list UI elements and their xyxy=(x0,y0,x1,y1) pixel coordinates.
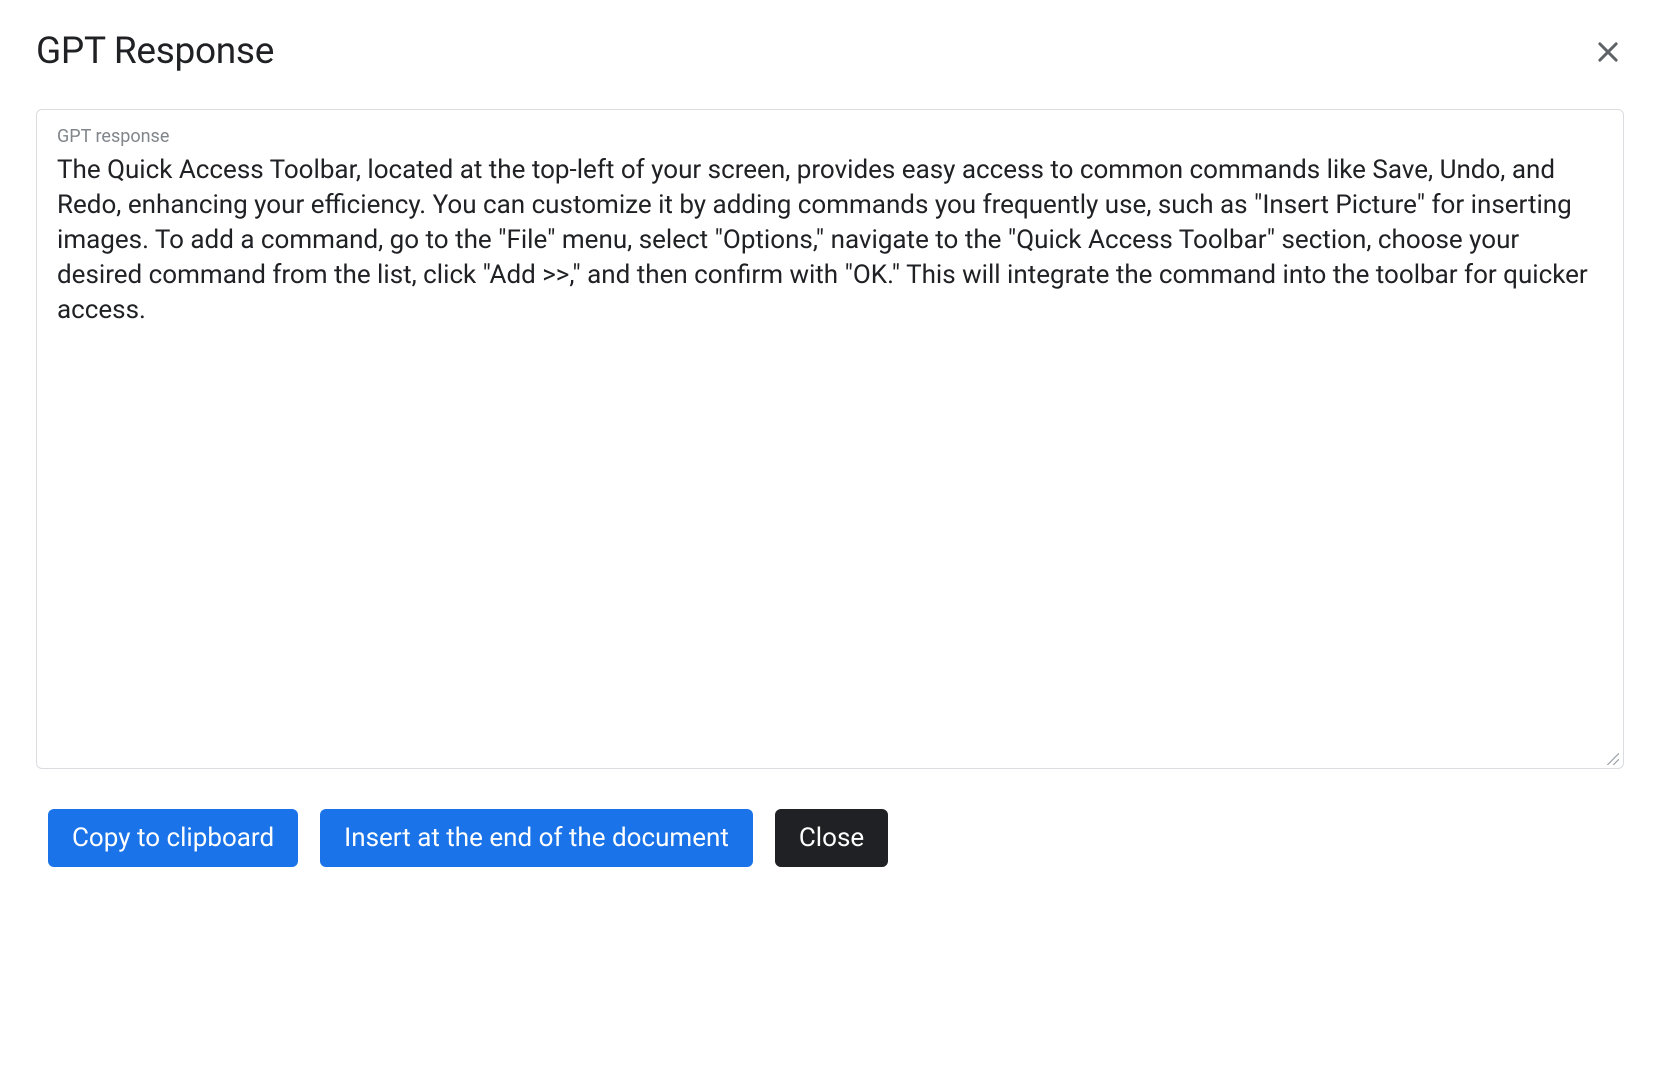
dialog-title: GPT Response xyxy=(36,30,274,73)
button-row: Copy to clipboard Insert at the end of t… xyxy=(36,809,1624,867)
dialog-header: GPT Response xyxy=(36,30,1624,73)
close-button[interactable]: Close xyxy=(775,809,888,867)
copy-to-clipboard-button[interactable]: Copy to clipboard xyxy=(48,809,298,867)
response-label: GPT response xyxy=(57,126,1603,147)
response-text[interactable]: The Quick Access Toolbar, located at the… xyxy=(57,153,1603,328)
resize-handle-icon[interactable] xyxy=(1605,750,1619,764)
insert-end-document-button[interactable]: Insert at the end of the document xyxy=(320,809,753,867)
response-container: GPT response The Quick Access Toolbar, l… xyxy=(36,109,1624,769)
close-icon[interactable] xyxy=(1592,36,1624,68)
